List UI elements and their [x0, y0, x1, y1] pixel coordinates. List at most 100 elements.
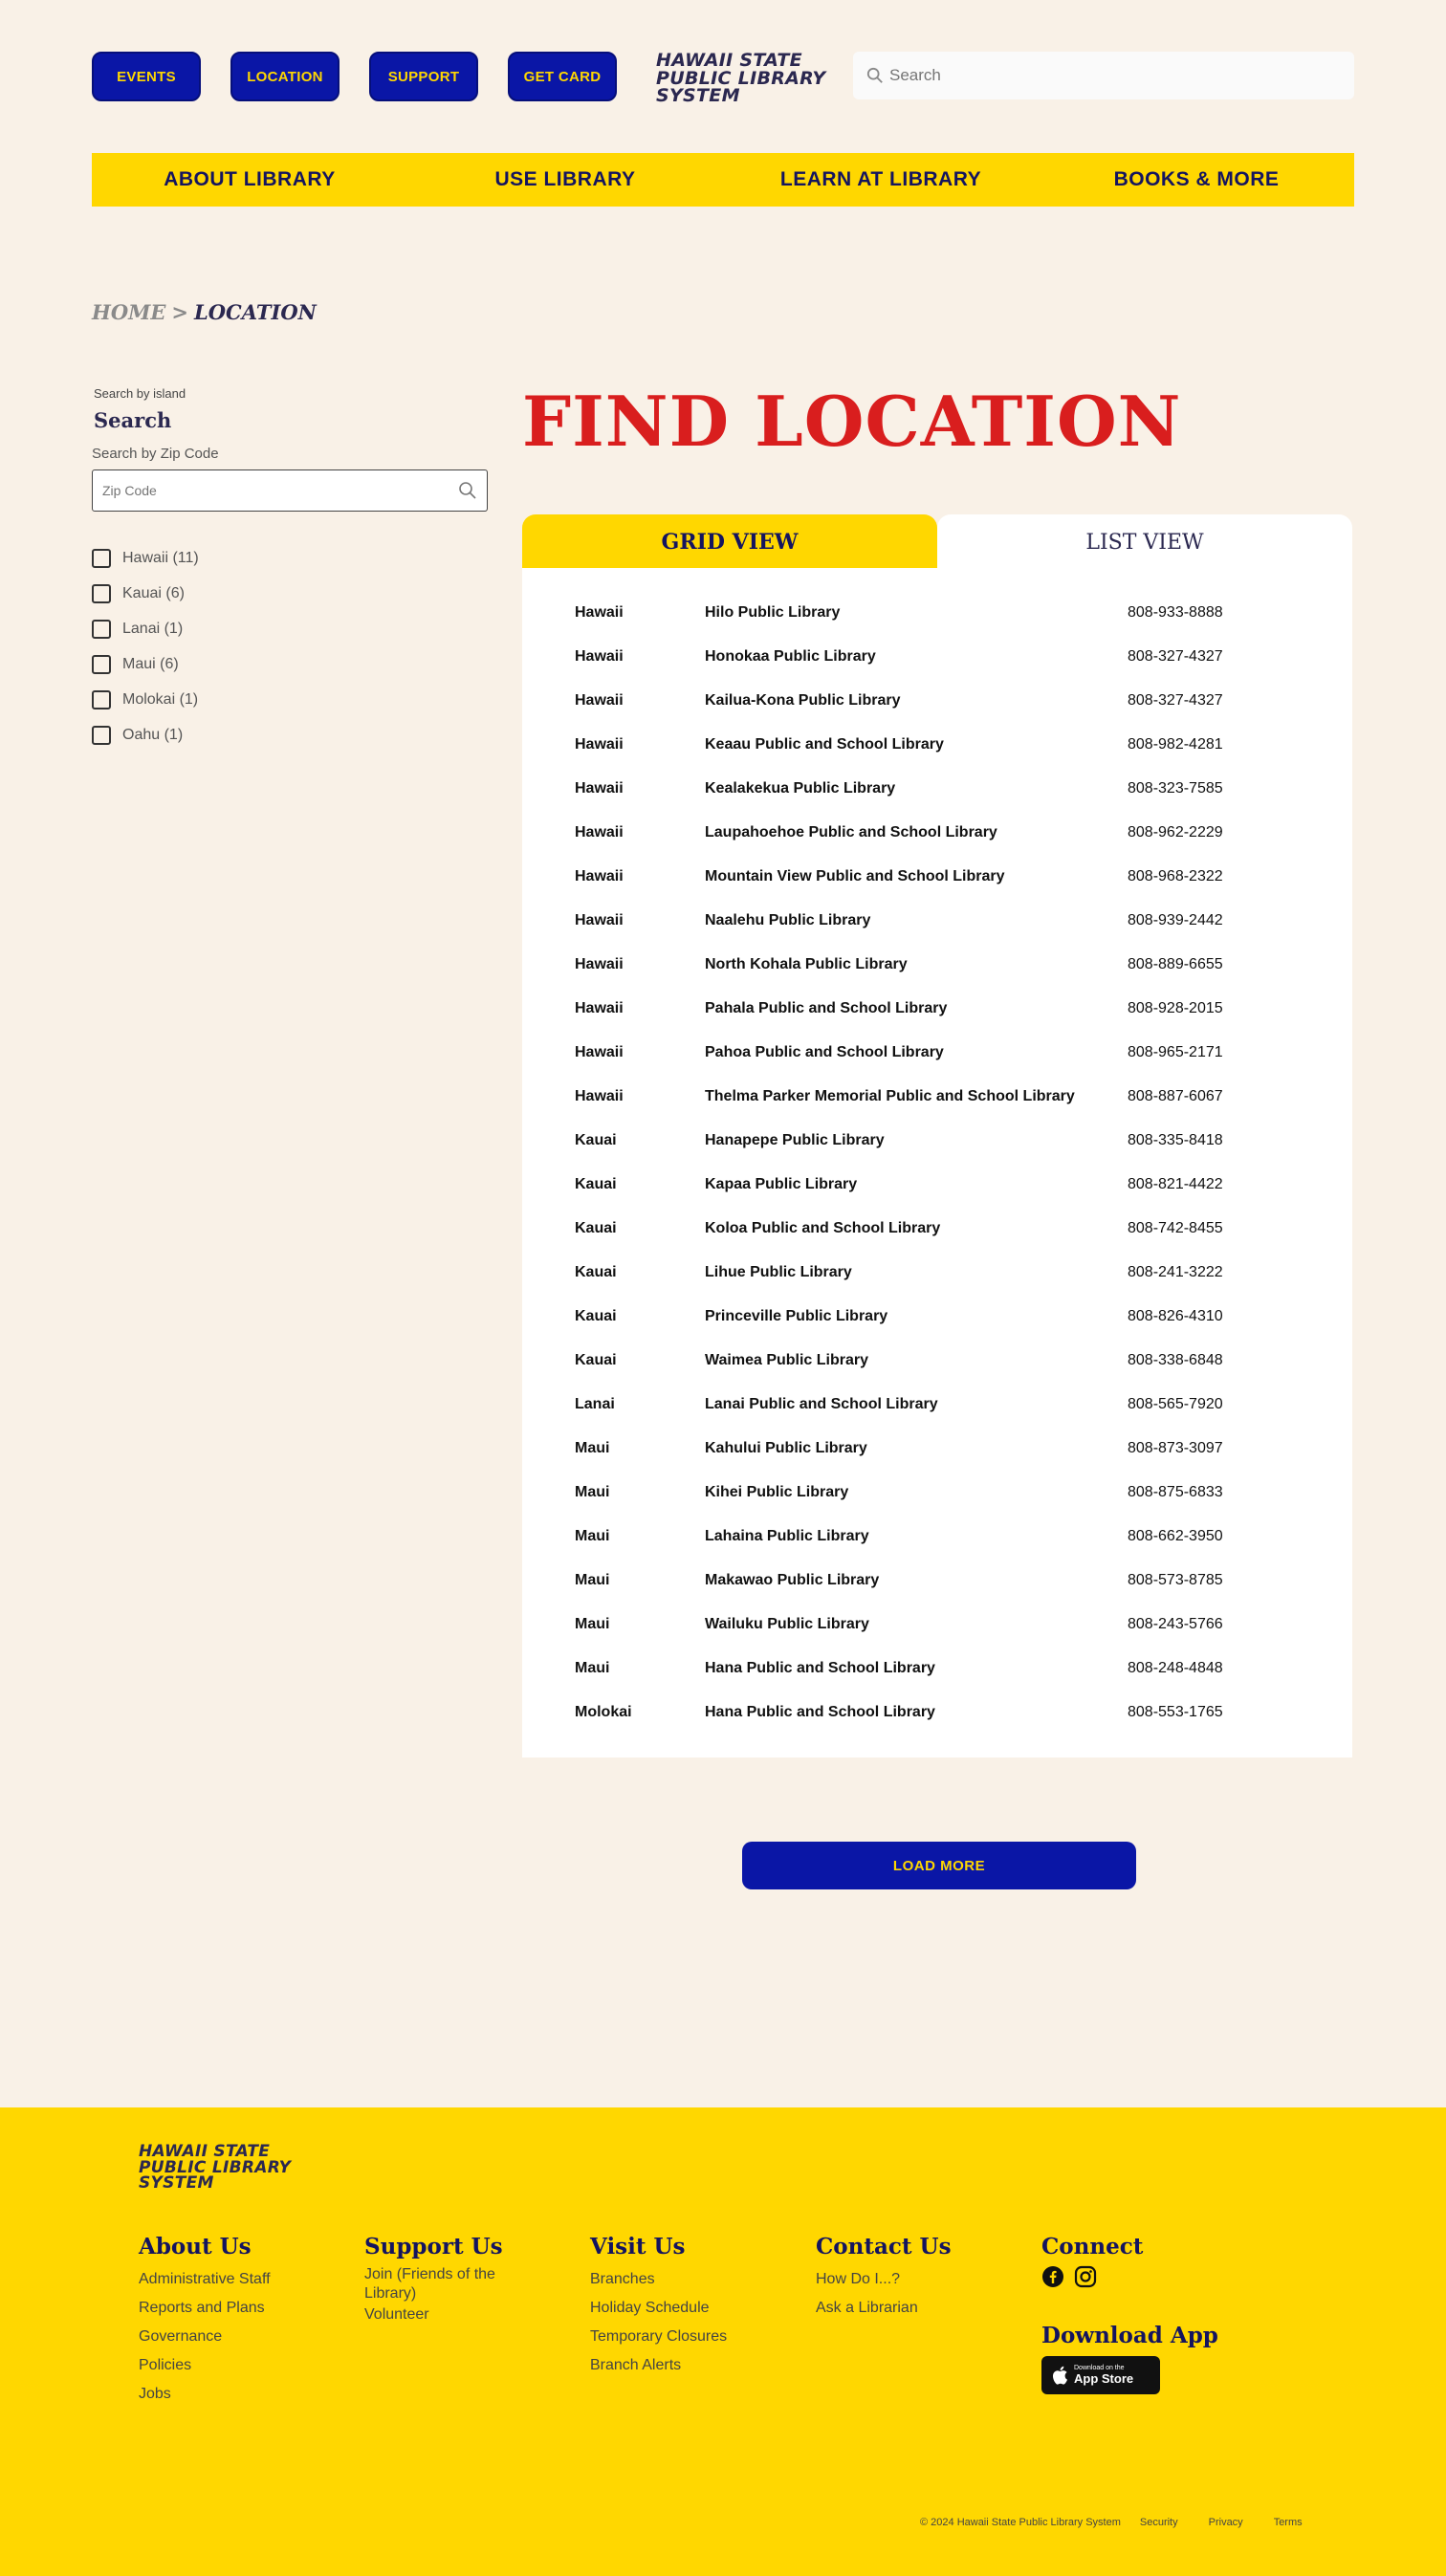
island-filter-item[interactable]: Oahu (1) — [92, 717, 490, 753]
location-row[interactable]: Hawaii Naalehu Public Library 808-939-2442 — [522, 899, 1352, 943]
location-row[interactable]: Hawaii Mountain View Public and School Li… — [522, 855, 1352, 899]
nav-learn-at-library[interactable]: LEARN AT LIBRARY — [723, 153, 1039, 207]
location-row[interactable]: Kauai Kapaa Public Library 808-821-4422 — [522, 1163, 1352, 1207]
checkbox[interactable] — [92, 619, 111, 639]
tab-grid-view[interactable]: GRID VIEW — [522, 514, 937, 570]
island-filter-item[interactable]: Lanai (1) — [92, 611, 490, 646]
location-row[interactable]: Kauai Princeville Public Library 808-826-4… — [522, 1295, 1352, 1339]
location-row[interactable]: Kauai Hanapepe Public Library 808-335-8418 — [522, 1119, 1352, 1163]
location-row[interactable]: Kauai Lihue Public Library 808-241-3222 — [522, 1251, 1352, 1295]
location-button[interactable]: LOCATION — [230, 52, 340, 101]
get-card-button[interactable]: GET CARD — [508, 52, 617, 101]
footer-link[interactable]: Temporary Closures — [590, 2323, 727, 2351]
search-icon[interactable] — [458, 481, 477, 500]
footer-link[interactable]: Administrative Staff — [139, 2265, 271, 2294]
location-row[interactable]: Hawaii Kealakekua Public Library 808-323-7… — [522, 767, 1352, 811]
row-library-name[interactable]: Hana Public and School Library — [705, 1660, 1128, 1677]
location-row[interactable]: Hawaii Thelma Parker Memorial Public and … — [522, 1075, 1352, 1119]
footer-link[interactable]: Volunteer — [364, 2303, 527, 2326]
footer-link[interactable]: Ask a Librarian — [816, 2294, 952, 2323]
row-library-name[interactable]: Kealakekua Public Library — [705, 780, 1128, 797]
checkbox[interactable] — [92, 583, 111, 603]
row-library-name[interactable]: Mountain View Public and School Library — [705, 868, 1128, 885]
location-row[interactable]: Maui Kihei Public Library 808-875-6833 — [522, 1471, 1352, 1515]
tab-list-view[interactable]: LIST VIEW — [937, 514, 1352, 570]
row-library-name[interactable]: Thelma Parker Memorial Public and School… — [705, 1088, 1128, 1105]
footer-link[interactable]: Jobs — [139, 2380, 271, 2409]
checkbox[interactable] — [92, 654, 111, 674]
location-row[interactable]: Kauai Koloa Public and School Library 808-… — [522, 1207, 1352, 1251]
location-row[interactable]: Hawaii Keaau Public and School Library 808… — [522, 723, 1352, 767]
location-row[interactable]: Hawaii Honokaa Public Library 808-327-4327 — [522, 635, 1352, 679]
checkbox[interactable] — [92, 725, 111, 745]
location-row[interactable]: Lanai Lanai Public and School Library 808-… — [522, 1383, 1352, 1427]
footer-link[interactable]: How Do I...? — [816, 2265, 952, 2294]
location-row[interactable]: Maui Kahului Public Library 808-873-3097 — [522, 1427, 1352, 1471]
location-row[interactable]: Hawaii Hilo Public Library 808-933-8888 — [522, 591, 1352, 635]
checkbox[interactable] — [92, 689, 111, 709]
row-library-name[interactable]: Waimea Public Library — [705, 1352, 1128, 1369]
footer-link[interactable]: Holiday Schedule — [590, 2294, 727, 2323]
location-row[interactable]: Maui Lahaina Public Library 808-662-3950 — [522, 1515, 1352, 1559]
location-row[interactable]: Kauai Waimea Public Library 808-338-6848 — [522, 1339, 1352, 1383]
row-library-name[interactable]: Kapaa Public Library — [705, 1176, 1128, 1193]
location-row[interactable]: Molokai Hana Public and School Library 808… — [522, 1691, 1352, 1735]
zip-input[interactable] — [102, 483, 408, 498]
location-row[interactable]: Hawaii Kailua-Kona Public Library 808-327-… — [522, 679, 1352, 723]
row-library-name[interactable]: Makawao Public Library — [705, 1572, 1128, 1589]
breadcrumb-home[interactable]: HOME — [92, 300, 165, 324]
row-library-name[interactable]: North Kohala Public Library — [705, 956, 1128, 973]
row-library-name[interactable]: Kahului Public Library — [705, 1440, 1128, 1457]
row-library-name[interactable]: Kailua-Kona Public Library — [705, 692, 1128, 709]
nav-about-library[interactable]: ABOUT LIBRARY — [92, 153, 407, 207]
location-row[interactable]: Maui Hana Public and School Library 808-24… — [522, 1647, 1352, 1691]
facebook-icon[interactable] — [1041, 2265, 1064, 2288]
location-row[interactable]: Hawaii Pahala Public and School Library 80… — [522, 987, 1352, 1031]
row-library-name[interactable]: Koloa Public and School Library — [705, 1220, 1128, 1237]
footer-link[interactable]: Governance — [139, 2323, 271, 2351]
row-library-name[interactable]: Lahaina Public Library — [705, 1528, 1128, 1545]
row-library-name[interactable]: Laupahoehoe Public and School Library — [705, 824, 1128, 841]
row-library-name[interactable]: Princeville Public Library — [705, 1308, 1128, 1325]
row-library-name[interactable]: Hanapepe Public Library — [705, 1132, 1128, 1149]
island-filter-item[interactable]: Kauai (6) — [92, 576, 490, 611]
row-library-name[interactable]: Hana Public and School Library — [705, 1704, 1128, 1721]
footer-link[interactable]: Branches — [590, 2265, 727, 2294]
island-filter-item[interactable]: Maui (6) — [92, 646, 490, 682]
location-row[interactable]: Hawaii Pahoa Public and School Library 808… — [522, 1031, 1352, 1075]
footer-link[interactable]: Reports and Plans — [139, 2294, 271, 2323]
events-button[interactable]: EVENTS — [92, 52, 201, 101]
load-more-button[interactable]: LOAD MORE — [742, 1842, 1136, 1889]
location-row[interactable]: Hawaii North Kohala Public Library 808-889… — [522, 943, 1352, 987]
row-library-name[interactable]: Kihei Public Library — [705, 1484, 1128, 1501]
island-filter-item[interactable]: Hawaii (11) — [92, 540, 490, 576]
row-library-name[interactable]: Naalehu Public Library — [705, 912, 1128, 929]
app-store-badge[interactable]: Download on the App Store — [1041, 2356, 1160, 2394]
zip-field[interactable] — [92, 469, 488, 512]
terms-link[interactable]: Terms — [1274, 2517, 1303, 2528]
location-row[interactable]: Hawaii Laupahoehoe Public and School Libr… — [522, 811, 1352, 855]
island-filter-item[interactable]: Molokai (1) — [92, 682, 490, 717]
row-library-name[interactable]: Pahoa Public and School Library — [705, 1044, 1128, 1061]
location-row[interactable]: Maui Wailuku Public Library 808-243-5766 — [522, 1603, 1352, 1647]
location-row[interactable]: Maui Makawao Public Library 808-573-8785 — [522, 1559, 1352, 1603]
privacy-link[interactable]: Privacy — [1209, 2517, 1243, 2528]
security-link[interactable]: Security — [1140, 2517, 1178, 2528]
footer-link[interactable]: Branch Alerts — [590, 2351, 727, 2380]
site-logo[interactable]: HAWAII STATE PUBLIC LIBRARY SYSTEM — [656, 52, 825, 105]
footer-logo[interactable]: HAWAII STATE PUBLIC LIBRARY SYSTEM — [139, 2144, 291, 2192]
instagram-icon[interactable] — [1074, 2265, 1097, 2288]
support-button[interactable]: SUPPORT — [369, 52, 478, 101]
nav-books-and-more[interactable]: BOOKS & MORE — [1039, 153, 1354, 207]
row-library-name[interactable]: Lanai Public and School Library — [705, 1396, 1128, 1413]
search-input[interactable] — [889, 66, 1272, 85]
search-bar[interactable] — [853, 52, 1354, 99]
footer-link[interactable]: Join (Friends of the Library) — [364, 2265, 527, 2303]
row-library-name[interactable]: Lihue Public Library — [705, 1264, 1128, 1281]
checkbox[interactable] — [92, 548, 111, 568]
row-library-name[interactable]: Honokaa Public Library — [705, 648, 1128, 666]
nav-use-library[interactable]: USE LIBRARY — [407, 153, 723, 207]
row-library-name[interactable]: Hilo Public Library — [705, 604, 1128, 622]
row-library-name[interactable]: Keaau Public and School Library — [705, 736, 1128, 753]
footer-link[interactable]: Policies — [139, 2351, 271, 2380]
